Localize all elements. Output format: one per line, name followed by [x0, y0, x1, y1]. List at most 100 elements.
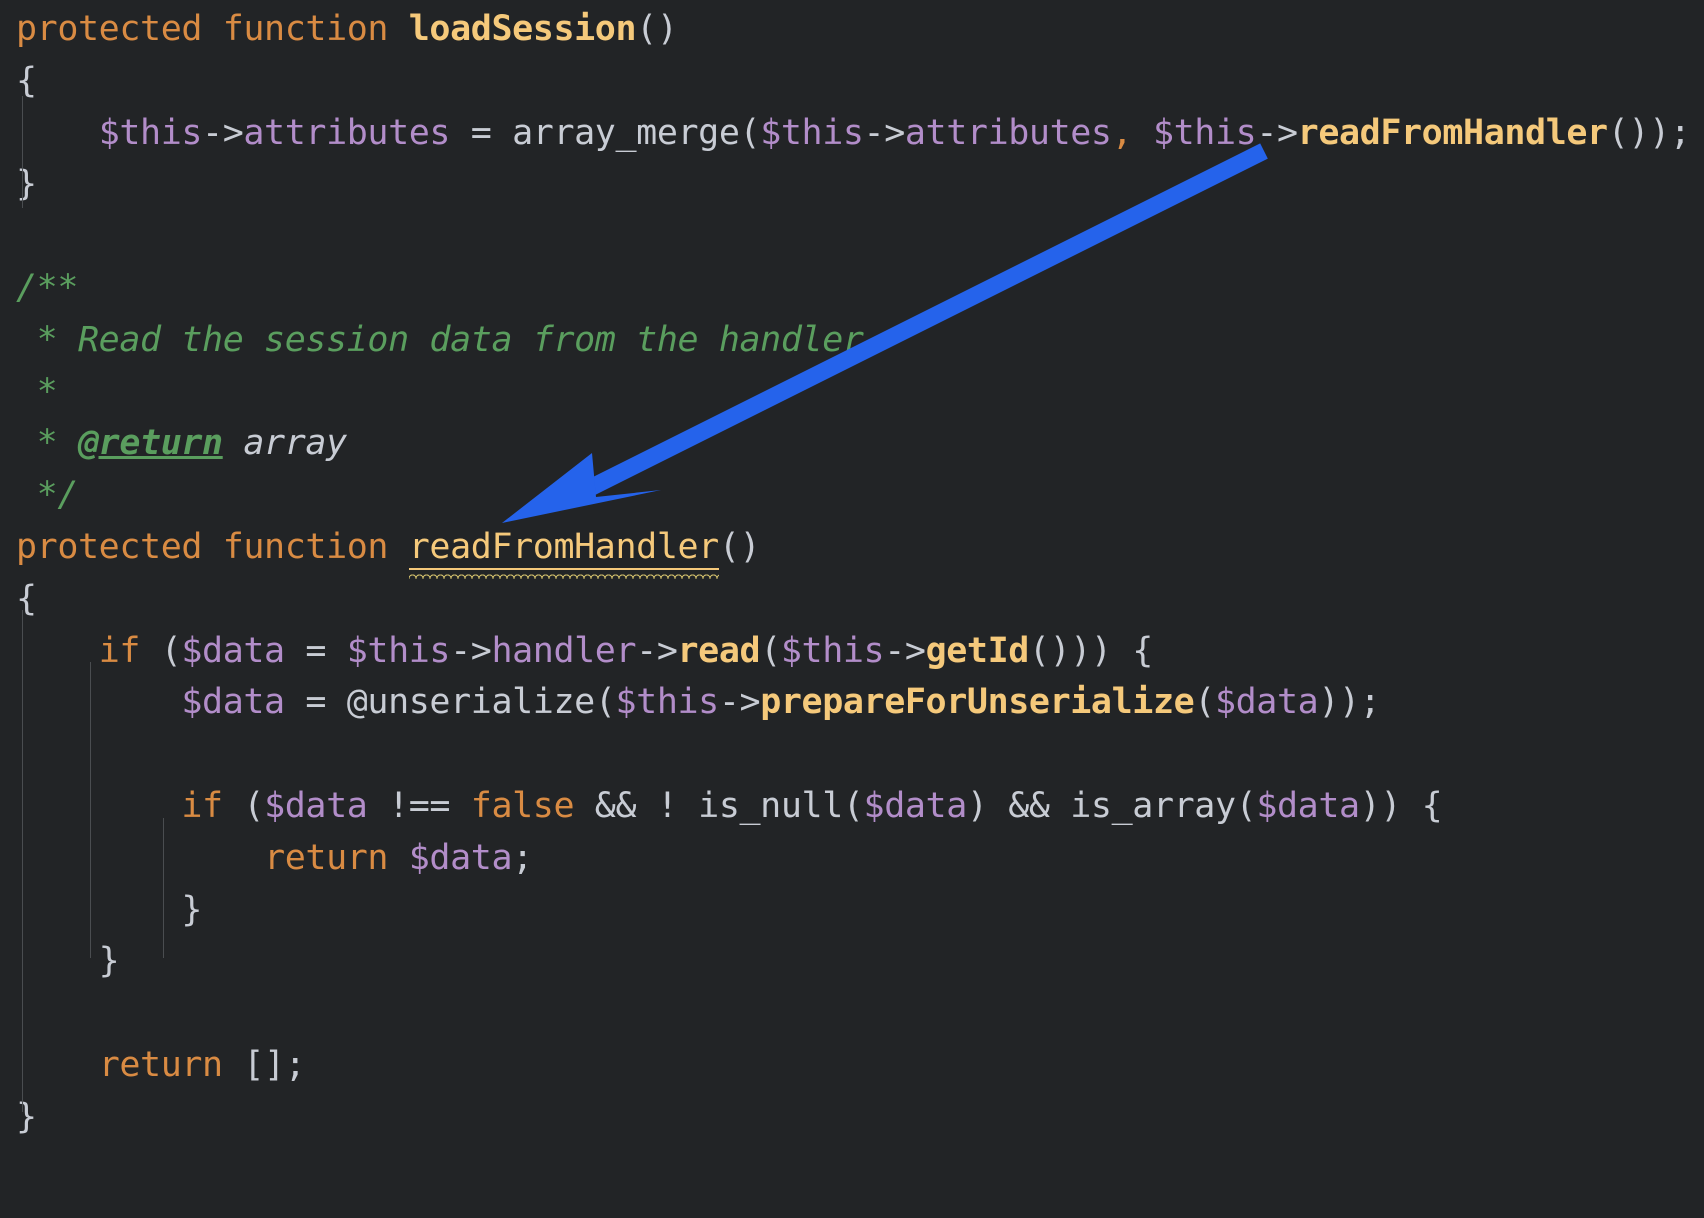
code-line[interactable]: * @return array — [0, 418, 1704, 470]
code-token: attributes — [904, 112, 1112, 153]
code-token: -> — [202, 112, 244, 153]
code-token: } — [16, 941, 120, 982]
code-token: $data — [408, 837, 513, 878]
code-line[interactable]: $this->attributes = array_merge($this->a… — [0, 108, 1704, 160]
code-token: && ! — [574, 785, 699, 826]
code-token: -> — [863, 112, 906, 153]
code-line[interactable]: if ($data = $this->handler->read($this->… — [0, 626, 1704, 678]
code-line[interactable] — [0, 988, 1704, 1040]
code-token: $this — [1152, 112, 1257, 153]
indent-guide — [22, 96, 23, 208]
code-token: ( — [842, 785, 864, 826]
code-line[interactable]: } — [0, 936, 1704, 988]
code-token: @unserialize — [346, 682, 595, 723]
code-token: []; — [243, 1044, 306, 1085]
code-token: attributes — [243, 112, 451, 153]
code-token: handler — [491, 630, 637, 671]
code-token: () — [718, 526, 761, 567]
code-line[interactable]: protected function loadSession() — [0, 4, 1704, 56]
code-token: = — [450, 112, 513, 153]
code-token: $this — [346, 630, 451, 671]
code-token: return — [98, 1044, 223, 1085]
code-lines-container[interactable]: protected function loadSession(){ $this-… — [0, 0, 1704, 1144]
code-token: getId — [925, 630, 1030, 671]
code-line[interactable]: { — [0, 56, 1704, 108]
code-token: { — [16, 60, 37, 101]
code-token: prepareForUnserialize — [760, 682, 1195, 723]
code-token: $data — [181, 630, 285, 671]
code-token: return — [264, 837, 389, 878]
code-line[interactable]: } — [0, 159, 1704, 211]
indent-guide — [90, 662, 91, 958]
code-token: protected function — [16, 526, 409, 567]
code-line[interactable]: * — [0, 367, 1704, 419]
code-token: )) { — [1359, 785, 1443, 826]
code-token: ; — [512, 837, 533, 878]
code-token: { — [16, 578, 37, 619]
code-token: ( — [739, 112, 761, 153]
code-token: loadSession — [408, 9, 637, 49]
code-line[interactable]: protected function readFromHandler() — [0, 522, 1704, 574]
code-token: read — [677, 630, 761, 671]
code-line[interactable] — [0, 211, 1704, 263]
code-token: * Read the session data from the handler… — [16, 319, 885, 360]
code-line[interactable]: } — [0, 1092, 1704, 1144]
code-line[interactable]: { — [0, 574, 1704, 626]
code-token: if — [181, 785, 223, 826]
code-token: $this — [98, 112, 203, 153]
code-token: = — [284, 682, 347, 723]
code-line[interactable]: $data = @unserialize($this->prepareForUn… — [0, 677, 1704, 729]
code-line[interactable]: } — [0, 885, 1704, 937]
code-editor-view[interactable]: protected function loadSession(){ $this-… — [0, 0, 1704, 1218]
code-line[interactable]: return $data; — [0, 833, 1704, 885]
code-token: $data — [264, 785, 368, 826]
code-token: $data — [1256, 785, 1360, 826]
code-token: * — [16, 371, 58, 412]
code-token: ( — [1194, 682, 1215, 723]
code-token: ( — [760, 630, 781, 671]
code-line[interactable]: */ — [0, 470, 1704, 522]
code-token: @return — [78, 423, 223, 464]
code-token: array — [243, 423, 347, 464]
code-token: $data — [863, 785, 968, 826]
code-token: $this — [780, 630, 885, 671]
code-token: $data — [181, 682, 285, 723]
code-token: -> — [718, 682, 761, 723]
code-token: ( — [594, 682, 616, 723]
code-token: $data — [1214, 682, 1319, 723]
code-line[interactable]: if ($data !== false && ! is_null($data) … — [0, 781, 1704, 833]
code-token: readFromHandler — [408, 526, 719, 570]
code-token: )); — [1318, 682, 1381, 723]
code-line[interactable] — [0, 729, 1704, 781]
indent-guide — [163, 818, 164, 958]
code-line[interactable]: * Read the session data from the handler… — [0, 315, 1704, 367]
code-token: false — [470, 785, 575, 826]
code-token: -> — [1256, 112, 1298, 153]
code-token: !== — [367, 785, 471, 826]
code-token: $this — [760, 112, 864, 153]
code-token: = — [284, 630, 347, 671]
code-token: * — [16, 423, 79, 464]
code-token: ()); — [1607, 112, 1691, 153]
code-token: ( — [222, 785, 265, 826]
code-token: , — [1111, 112, 1153, 153]
code-token: } — [16, 1096, 37, 1137]
code-token: -> — [884, 630, 926, 671]
indent-guide — [22, 1008, 23, 1112]
code-token: is_null — [698, 785, 843, 826]
code-line[interactable]: /** — [0, 263, 1704, 315]
code-token: $this — [615, 682, 719, 723]
code-line[interactable]: return []; — [0, 1040, 1704, 1092]
code-token: () — [636, 9, 678, 49]
code-token: protected function — [16, 9, 409, 49]
code-token: ( — [140, 630, 182, 671]
code-token: -> — [636, 630, 678, 671]
code-token: /** — [16, 267, 79, 308]
code-token: ) && — [966, 785, 1071, 826]
